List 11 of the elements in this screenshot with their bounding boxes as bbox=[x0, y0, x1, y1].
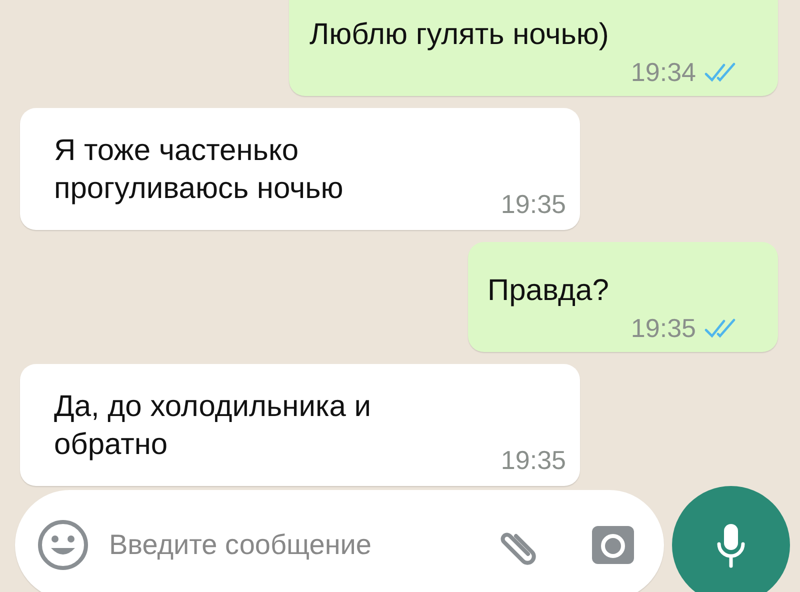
message-input-field[interactable]: Введите сообщение bbox=[107, 528, 474, 562]
emoji-icon[interactable] bbox=[37, 519, 89, 571]
message-time: 19:34 bbox=[630, 57, 696, 88]
message-text: Да, до холодильника и обратно bbox=[54, 389, 372, 463]
message-time: 19:35 bbox=[500, 189, 566, 220]
message-time: 19:35 bbox=[630, 313, 696, 344]
message-text: Я тоже частенько прогуливаюсь ночью bbox=[54, 133, 344, 207]
message-text: Люблю гулять ночью) bbox=[309, 17, 609, 53]
message-text: Правда? bbox=[488, 273, 609, 309]
message-time: 19:35 bbox=[500, 445, 566, 476]
microphone-icon bbox=[716, 522, 746, 568]
